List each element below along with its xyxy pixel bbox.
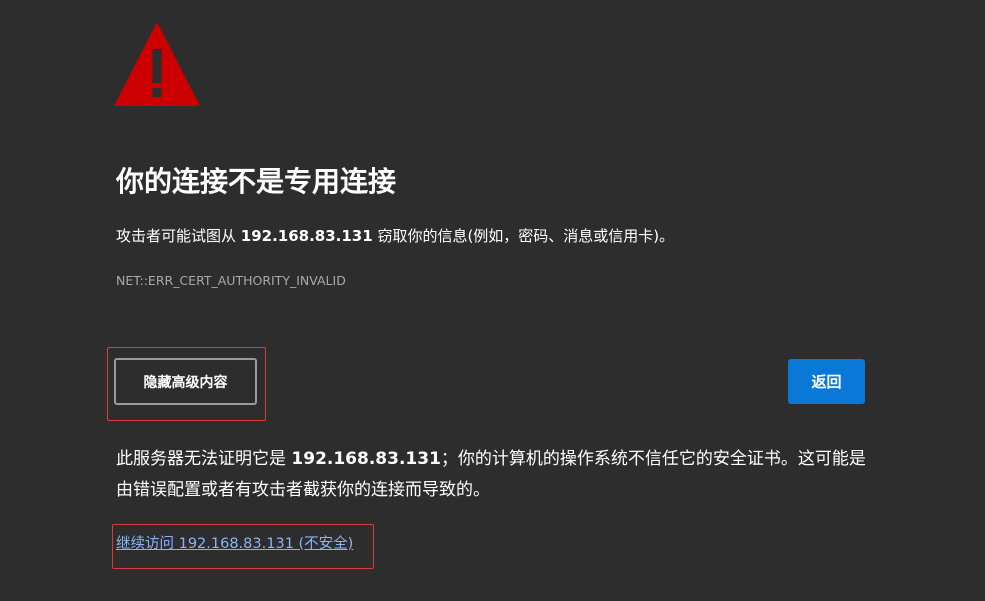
advanced-details: 此服务器无法证明它是 192.168.83.131；你的计算机的操作系统不信任它… [116, 444, 866, 506]
description-host: 192.168.83.131 [240, 227, 373, 245]
interstitial-page: 你的连接不是专用连接 攻击者可能试图从 192.168.83.131 窃取你的信… [0, 0, 985, 601]
back-button[interactable]: 返回 [788, 359, 865, 404]
details-text-before: 此服务器无法证明它是 [116, 449, 292, 469]
warning-triangle-icon [114, 22, 200, 106]
warning-description: 攻击者可能试图从 192.168.83.131 窃取你的信息(例如，密码、消息或… [116, 225, 674, 247]
error-code: NET::ERR_CERT_AUTHORITY_INVALID [116, 273, 346, 288]
page-title: 你的连接不是专用连接 [116, 165, 397, 198]
description-text-before: 攻击者可能试图从 [116, 227, 241, 245]
proceed-unsafe-link[interactable]: 继续访问 192.168.83.131 (不安全) [116, 534, 353, 554]
details-host: 192.168.83.131 [291, 449, 441, 469]
hide-advanced-button[interactable]: 隐藏高级内容 [114, 358, 257, 405]
description-text-after: 窃取你的信息(例如，密码、消息或信用卡)。 [372, 227, 675, 245]
